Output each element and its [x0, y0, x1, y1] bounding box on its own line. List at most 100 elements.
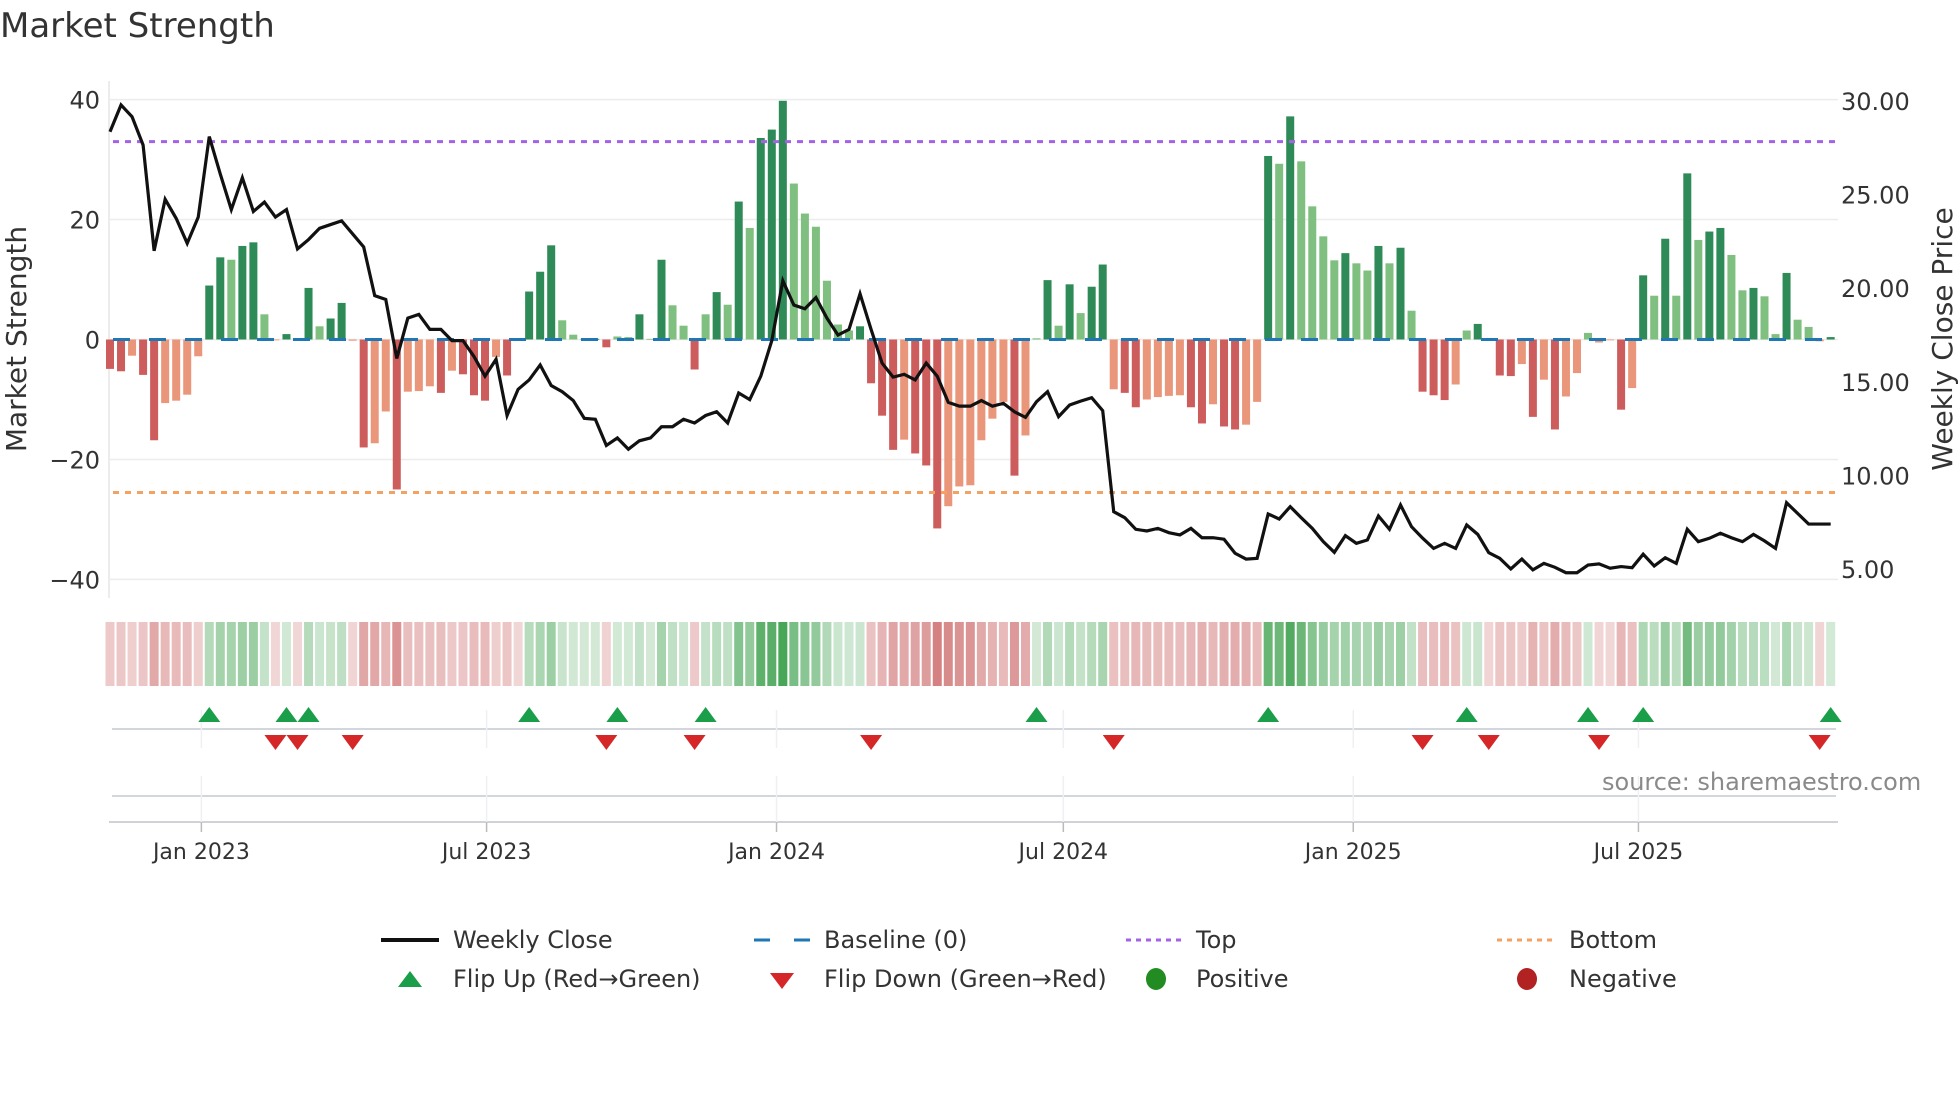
strength-strip-cell [138, 622, 148, 686]
strength-bar [183, 339, 192, 395]
strength-strip-cell [447, 622, 457, 686]
strength-strip-cell [491, 622, 501, 686]
strength-strip-cell [1054, 622, 1064, 686]
strength-strip-cell [1583, 622, 1593, 686]
strength-bar [425, 339, 434, 387]
strength-strip-cell [1219, 622, 1229, 686]
strength-strip-cell [204, 622, 214, 686]
strength-strip-cell [436, 622, 446, 686]
strength-bar [469, 339, 478, 396]
strength-bar [414, 339, 423, 392]
strength-strip-cell [259, 622, 269, 686]
strength-bar [1319, 236, 1328, 340]
strength-strip-cell [1660, 622, 1670, 686]
strength-strip-cell [546, 622, 556, 686]
strength-strip-cell [1318, 622, 1328, 686]
strength-strip-cell [1274, 622, 1284, 686]
strength-bar [337, 302, 346, 340]
strength-strip-cell [1230, 622, 1240, 686]
strength-bar [1528, 339, 1537, 417]
strength-bar [403, 339, 412, 392]
strength-bar [635, 314, 644, 340]
strength-strip-cell [1197, 622, 1207, 686]
strength-bar [1363, 270, 1372, 340]
strength-strip-cell [756, 622, 766, 686]
strength-strip-cell [1131, 622, 1141, 686]
strength-bar [1429, 339, 1438, 396]
y-tick-label: 40 [69, 87, 100, 115]
strength-strip-cell [866, 622, 876, 686]
strength-strip-cell [1539, 622, 1549, 686]
strength-strip-cell [932, 622, 942, 686]
strength-strip-cell [1307, 622, 1317, 686]
strength-bar [911, 339, 920, 454]
strength-strip-cell [160, 622, 170, 686]
strength-strip-cell [1671, 622, 1681, 686]
y-tick-label: 20 [69, 207, 100, 235]
strength-bar [536, 271, 545, 340]
strength-bar [1440, 339, 1449, 401]
flip-down-marker [264, 735, 287, 750]
strength-strip-cell [789, 622, 799, 686]
strength-strip-cell [1517, 622, 1527, 686]
strength-strip-cell [1065, 622, 1075, 686]
strength-bar [249, 242, 258, 340]
y-tick-label: −20 [49, 446, 100, 474]
strength-bar [161, 339, 170, 404]
strength-bar [238, 245, 247, 340]
strength-bar [701, 314, 710, 340]
strength-bar [1242, 339, 1251, 425]
strength-strip-cell [1120, 622, 1130, 686]
strength-strip-cell [381, 622, 391, 686]
strength-bar [1043, 280, 1052, 340]
strength-bar [569, 334, 578, 340]
strength-bar [1098, 264, 1107, 340]
strength-strip-cell [1693, 622, 1703, 686]
strength-strip-cell [1760, 622, 1769, 686]
strength-bar [172, 339, 181, 401]
strength-strip-cell [1407, 622, 1417, 686]
strength-strip-cell [723, 622, 733, 686]
strength-bar [889, 339, 898, 450]
strength-strip-cell [690, 622, 700, 686]
strength-strip-cell [579, 622, 589, 686]
strength-bar [1054, 325, 1063, 340]
strength-strip-cell [1043, 622, 1053, 686]
strength-strip-cell [1429, 622, 1439, 686]
strength-bar [811, 226, 820, 340]
strength-strip-cell [171, 622, 181, 686]
flip-up-marker [606, 707, 629, 722]
flip-down-marker [1588, 735, 1611, 750]
strength-bar [1749, 287, 1758, 340]
flip-up-marker [1819, 707, 1842, 722]
strength-bar [282, 334, 291, 340]
strength-strip-cell [657, 622, 666, 686]
strength-bar [1087, 286, 1096, 340]
flip-up-marker [1025, 707, 1048, 722]
strength-bar [1650, 295, 1659, 340]
strength-strip-cell [778, 622, 788, 686]
strength-bar [492, 339, 501, 357]
strength-strip-cell [734, 622, 744, 686]
flip-down-marker [286, 735, 309, 750]
strength-strip-cell [1340, 622, 1350, 686]
strength-bar [1109, 339, 1118, 390]
strength-bar [1330, 260, 1339, 340]
strength-strip-cell [623, 622, 633, 686]
strength-strip-cell [668, 622, 678, 686]
strength-strip-cell [645, 622, 655, 686]
strength-strip-cell [469, 622, 479, 686]
strength-bar [1683, 173, 1692, 340]
strength-bar [867, 339, 876, 384]
strength-strip-cell [1484, 622, 1494, 686]
strength-bar [227, 259, 236, 340]
x-tick-label: Jan 2023 [151, 840, 250, 865]
strength-bar [1473, 323, 1482, 340]
strength-strip-cell [149, 622, 159, 686]
strength-strip-cell [1418, 622, 1428, 686]
strength-bar [392, 339, 401, 490]
strength-bar [1782, 272, 1791, 340]
strength-strip-cell [1241, 622, 1251, 686]
strength-bar [370, 339, 379, 444]
strength-bar [1495, 339, 1504, 376]
